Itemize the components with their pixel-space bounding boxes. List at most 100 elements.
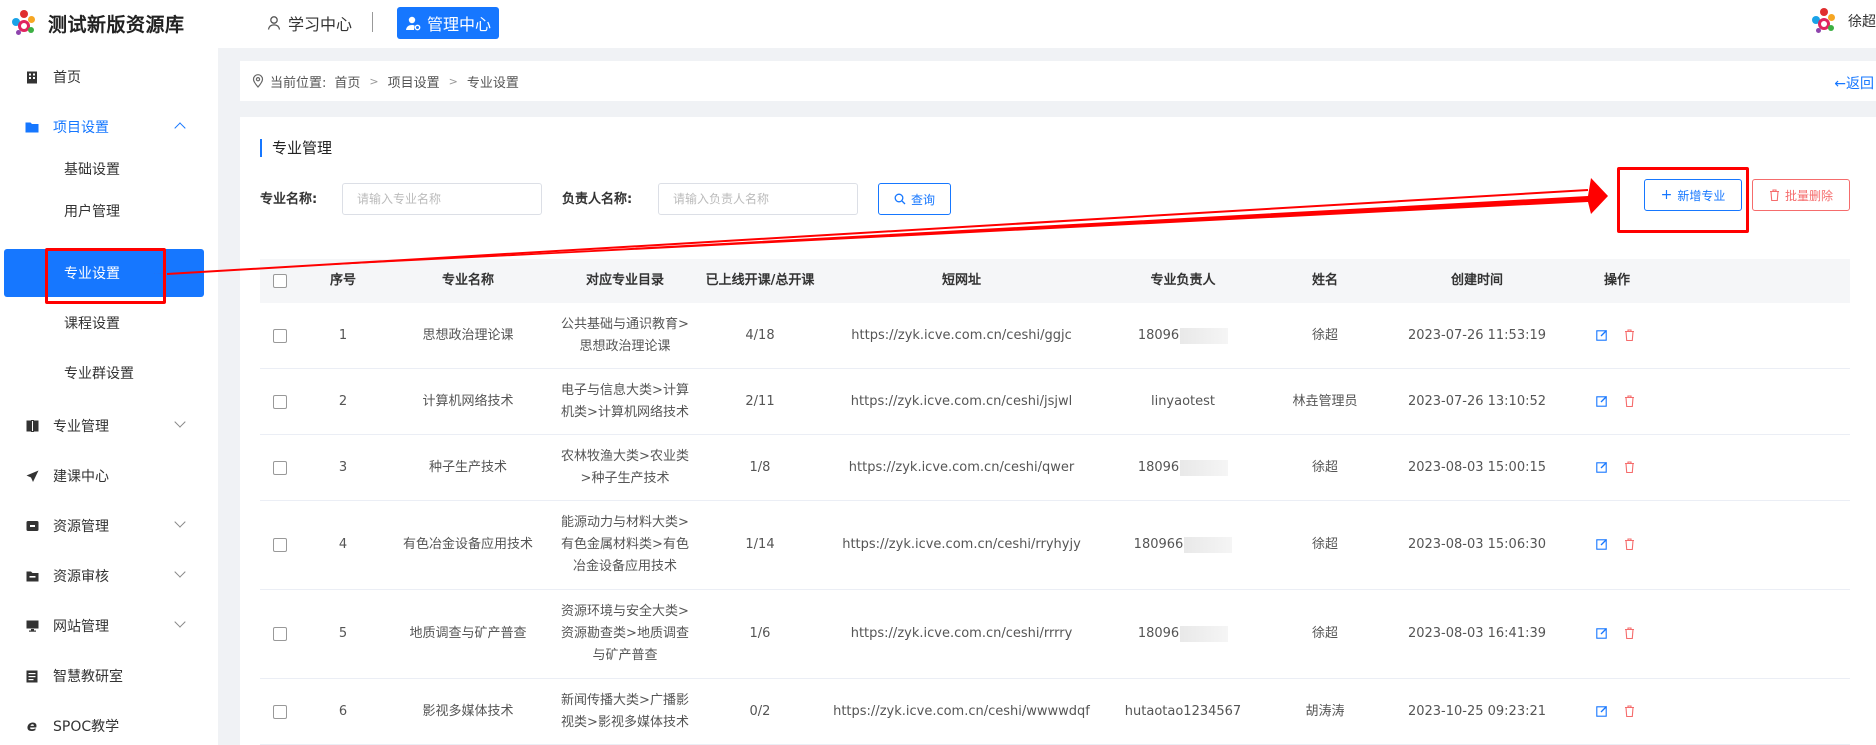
delete-icon[interactable]	[1624, 704, 1638, 719]
sidebar-subitem-basic-settings[interactable]: 基础设置	[0, 145, 218, 193]
edit-icon[interactable]	[1596, 538, 1610, 552]
row-real-name-text: 徐超	[1311, 626, 1338, 641]
row-short-url-text: https://zyk.icve.com.cn/ceshi/jsjwl	[850, 393, 1073, 409]
query-button[interactable]: 查询	[878, 183, 951, 215]
row-catalog-text: 新闻传播大类>广播影视类>影视多媒体技术	[561, 692, 689, 730]
row-major-name-text: 地质调查与矿产普查	[409, 626, 527, 641]
delete-icon[interactable]	[1624, 328, 1638, 343]
row-owner: hutaotao1234567	[1103, 679, 1263, 744]
batch-delete-button[interactable]: 批量删除	[1752, 179, 1850, 211]
row-created-text: 2023-07-26 13:10:52	[1407, 393, 1547, 409]
row-checkbox[interactable]	[260, 679, 300, 744]
sidebar-item-spoc-teaching[interactable]: e SPOC教学	[0, 702, 218, 745]
row-catalog-text: 资源环境与安全大类>资源勘查类>地质调查与矿产普查	[561, 604, 689, 663]
row-no: 4	[300, 501, 386, 589]
sidebar-subitem-user-management[interactable]: 用户管理	[0, 187, 218, 235]
edit-icon[interactable]	[1596, 627, 1610, 641]
sidebar-item-resource-management[interactable]: 资源管理	[0, 502, 218, 550]
row-created-text: 2023-08-03 15:06:30	[1407, 537, 1547, 552]
row-owner: 18096	[1103, 435, 1263, 500]
table-header: 序号 专业名称 对应专业目录 已上线开课/总开课 短网址 专业负责人 姓名 创建…	[260, 259, 1850, 303]
breadcrumb-project-settings[interactable]: 项目设置	[388, 72, 440, 91]
back-link[interactable]: ←返回	[1834, 73, 1874, 93]
breadcrumb: 当前位置: 首页 > 项目设置 > 专业设置 ←返回	[240, 61, 1876, 101]
logo-icon	[10, 8, 40, 38]
nav-learning-center[interactable]: 学习中心	[258, 7, 360, 39]
edit-icon[interactable]	[1596, 705, 1610, 719]
delete-icon[interactable]	[1624, 460, 1638, 475]
main-panel: 专业管理 专业名称: 负责人名称: 查询 + 新增专业 批量删除 序号 专业名称…	[240, 117, 1876, 745]
row-no-text: 1	[338, 327, 348, 343]
sidebar-item-site-management[interactable]: 网站管理	[0, 602, 218, 650]
edit-icon[interactable]	[1596, 461, 1610, 475]
row-short-url: https://zyk.icve.com.cn/ceshi/wwwwdqf	[820, 679, 1103, 744]
sidebar-subitem-major-settings[interactable]: 专业设置	[4, 249, 204, 297]
sidebar-subitem-major-group-settings[interactable]: 专业群设置	[0, 349, 218, 397]
delete-icon[interactable]	[1624, 538, 1638, 552]
building-icon	[25, 70, 39, 84]
sidebar-item-home[interactable]: 首页	[0, 53, 218, 101]
add-major-button[interactable]: + 新增专业	[1644, 179, 1742, 211]
row-created: 2023-07-26 11:53:19	[1387, 303, 1567, 368]
table-row: 6 影视多媒体技术 新闻传播大类>广播影视类>影视多媒体技术 0/2 https://z…	[260, 679, 1850, 745]
row-major-name: 地质调查与矿产普查	[386, 590, 550, 678]
edit-icon[interactable]	[1596, 395, 1610, 409]
row-checkbox[interactable]	[260, 303, 300, 368]
row-short-url-text: https://zyk.icve.com.cn/ceshi/wwwwdqf	[833, 703, 1090, 719]
row-created-text: 2023-08-03 16:41:39	[1407, 626, 1547, 641]
e-icon: e	[26, 717, 38, 735]
delete-icon[interactable]	[1624, 627, 1638, 641]
row-owner-text: hutaotao1234567	[1124, 703, 1242, 719]
row-no-text: 4	[338, 537, 348, 552]
section-title: 专业管理	[260, 139, 332, 157]
sidebar-item-major-management[interactable]: 专业管理	[0, 402, 218, 450]
nav-management-center[interactable]: 管理中心	[397, 7, 500, 39]
row-created: 2023-10-25 09:23:21	[1387, 679, 1567, 744]
major-name-label: 专业名称:	[260, 192, 318, 207]
send-icon	[25, 469, 39, 483]
owner-name-input[interactable]	[658, 183, 858, 215]
sidebar-item-resource-review[interactable]: 资源审核	[0, 552, 218, 600]
row-actions	[1567, 303, 1667, 368]
breadcrumb-home[interactable]: 首页	[334, 72, 360, 91]
edit-icon[interactable]	[1596, 329, 1610, 343]
chevron-down-icon	[174, 416, 186, 428]
column-header-name: 专业名称	[441, 273, 494, 288]
folder-icon	[25, 120, 39, 134]
row-major-name: 思想政治理论课	[386, 303, 550, 368]
chevron-down-icon	[174, 516, 186, 528]
table-row: 3 种子生产技术 农林牧渔大类>农业类>种子生产技术 1/8 https://zyk.i…	[260, 435, 1850, 501]
major-name-input[interactable]	[342, 183, 542, 215]
app-title: 测试新版资源库	[48, 13, 185, 36]
row-created: 2023-08-03 15:00:15	[1387, 435, 1567, 500]
sidebar-item-project-settings[interactable]: 项目设置	[0, 103, 218, 151]
sidebar-item-label: 智慧教研室	[53, 669, 123, 685]
chevron-down-icon	[174, 566, 186, 578]
monitor-icon	[25, 619, 39, 633]
sidebar-item-label: 基础设置	[64, 162, 120, 178]
row-catalog: 新闻传播大类>广播影视类>影视多媒体技术	[550, 679, 700, 744]
user-menu[interactable]: 徐超	[1810, 6, 1876, 36]
row-owner: 18096	[1103, 303, 1263, 368]
row-checkbox[interactable]	[260, 590, 300, 678]
row-checkbox[interactable]	[260, 369, 300, 434]
column-header-url: 短网址	[941, 273, 981, 288]
select-all-checkbox[interactable]	[260, 259, 300, 303]
row-real-name: 林垚管理员	[1263, 369, 1387, 434]
column-header-created: 创建时间	[1450, 273, 1503, 288]
trash-icon	[1769, 189, 1779, 201]
row-short-url-text: https://zyk.icve.com.cn/ceshi/qwer	[848, 459, 1075, 475]
document-icon	[25, 669, 39, 683]
row-checkbox[interactable]	[260, 501, 300, 589]
row-checkbox[interactable]	[260, 435, 300, 500]
row-no: 6	[300, 679, 386, 744]
sidebar-item-course-building[interactable]: 建课中心	[0, 452, 218, 500]
add-major-label: 新增专业	[1677, 188, 1726, 203]
sidebar-subitem-course-settings[interactable]: 课程设置	[0, 299, 218, 347]
breadcrumb-prefix: 当前位置:	[270, 75, 327, 91]
checkbox-box	[273, 328, 287, 343]
app-logo[interactable]: 测试新版资源库	[10, 8, 185, 38]
sidebar-item-smart-research-room[interactable]: 智慧教研室	[0, 652, 218, 700]
privacy-mask	[1180, 327, 1229, 344]
delete-icon[interactable]	[1624, 394, 1638, 409]
